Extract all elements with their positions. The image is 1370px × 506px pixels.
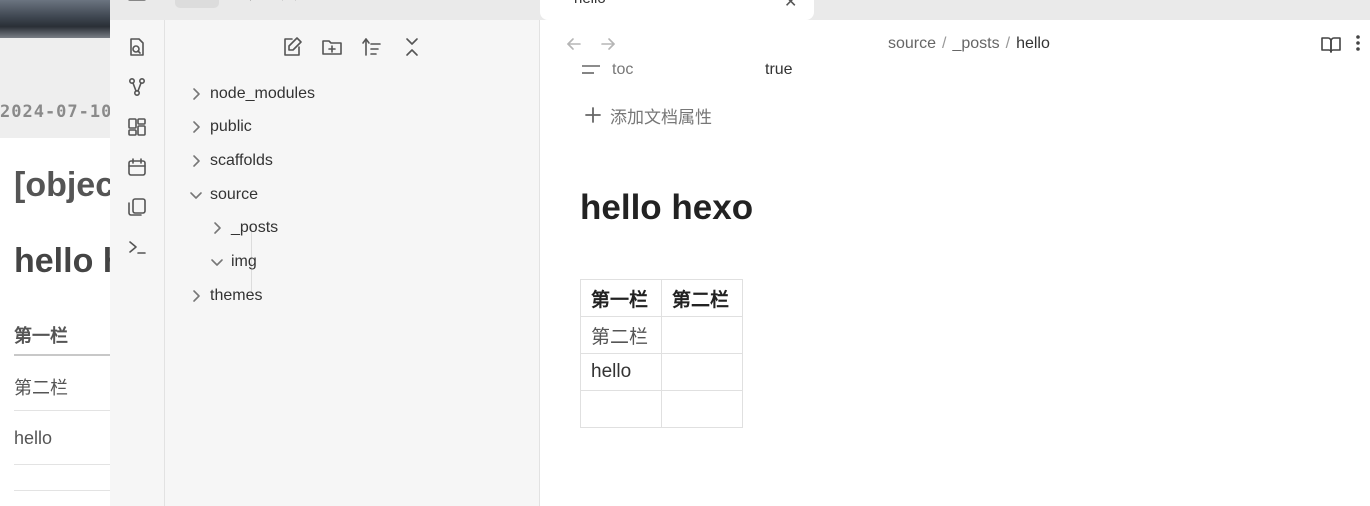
property-value[interactable]: true — [765, 61, 793, 79]
blog-hero-image — [0, 0, 110, 38]
folder-posts[interactable]: _posts — [207, 216, 278, 240]
tab-label: hello — [574, 0, 606, 7]
tab-hello[interactable]: hello ✕ — [540, 0, 814, 20]
folder-label: node_modules — [210, 85, 315, 102]
right-sidebar-toggle-icon[interactable] — [1200, 0, 1222, 8]
chevron-right-icon — [186, 117, 206, 137]
blog-table-row-divider — [14, 410, 110, 411]
canvas-icon[interactable] — [126, 116, 148, 138]
add-property-button[interactable]: 添加文档属性 — [584, 104, 712, 127]
table-cell[interactable] — [580, 390, 662, 428]
blog-post-date: 2024-07-10 — [0, 102, 110, 122]
forward-arrow-icon[interactable] — [598, 34, 618, 54]
blog-table-header: 第一栏 — [14, 326, 68, 346]
property-key[interactable]: toc — [612, 61, 633, 79]
chevron-right-icon — [207, 218, 227, 238]
open-quick-switcher-icon[interactable] — [126, 36, 148, 58]
chevron-down-icon — [207, 252, 227, 272]
graph-view-icon[interactable] — [126, 76, 148, 98]
table-cell[interactable] — [661, 353, 743, 391]
table-cell[interactable]: hello — [580, 353, 662, 391]
sidebar-toggle-icon[interactable] — [126, 0, 148, 8]
breadcrumb-separator: / — [942, 35, 947, 52]
folder-img[interactable]: img — [207, 250, 257, 274]
folder-label: scaffolds — [210, 152, 273, 169]
folder-public[interactable]: public — [186, 115, 252, 139]
breadcrumb-item[interactable]: source — [888, 35, 936, 52]
table-cell[interactable]: 第二栏 — [580, 316, 662, 354]
new-tab-icon[interactable] — [826, 0, 848, 8]
table-header-row: 第一栏 第二栏 — [580, 279, 743, 317]
chevron-right-icon — [186, 84, 206, 104]
templates-copy-icon[interactable] — [126, 196, 148, 218]
minimize-icon[interactable] — [1305, 0, 1327, 8]
new-folder-icon[interactable] — [320, 35, 344, 59]
add-property-label: 添加文档属性 — [610, 107, 712, 127]
folder-label: _posts — [231, 219, 279, 236]
table-row: hello — [580, 353, 743, 391]
folder-node-modules[interactable]: node_modules — [186, 82, 315, 106]
table-row: 第二栏 — [580, 316, 743, 354]
close-icon[interactable]: ✕ — [784, 0, 797, 12]
blog-object-heading: [objec — [14, 166, 110, 204]
folder-label: source — [210, 186, 259, 203]
blog-table-row-divider — [14, 464, 110, 465]
back-arrow-icon[interactable] — [564, 34, 584, 54]
left-ribbon — [110, 20, 165, 506]
folder-label: themes — [210, 287, 263, 304]
chevron-right-icon — [186, 151, 206, 171]
chevron-down-icon — [186, 185, 206, 205]
bookmark-icon[interactable] — [278, 0, 300, 8]
breadcrumb-item[interactable]: _posts — [952, 35, 999, 52]
breadcrumb: source / _posts / hello — [888, 35, 1050, 53]
tab-strip: hello ✕ — [110, 0, 1370, 20]
breadcrumb-current[interactable]: hello — [1016, 35, 1050, 52]
blog-table-row-divider — [14, 490, 110, 491]
table-cell[interactable] — [661, 390, 743, 428]
folder-source[interactable]: source — [186, 183, 258, 207]
sort-order-icon[interactable] — [360, 35, 384, 59]
app-window: hello ✕ — [110, 0, 1370, 506]
table-header-cell[interactable]: 第一栏 — [580, 279, 662, 317]
document-table[interactable]: 第一栏 第二栏 第二栏 hello — [580, 279, 743, 428]
list-property-icon — [580, 64, 602, 78]
blog-header-area — [0, 38, 110, 138]
reading-view-icon[interactable] — [1320, 33, 1342, 55]
files-view-button[interactable] — [175, 0, 219, 8]
document-heading[interactable]: hello hexo — [580, 188, 753, 228]
property-row-toc[interactable]: toc true — [580, 60, 880, 82]
blog-table-cell: 第二栏 — [14, 378, 68, 398]
collapse-all-icon[interactable] — [400, 35, 424, 59]
background-blog-page: 2024-07-10 [objec hello h 第一栏 第二栏 hello — [0, 0, 110, 506]
more-options-icon[interactable] — [1352, 32, 1364, 54]
daily-note-calendar-icon[interactable] — [126, 156, 148, 178]
table-header-cell[interactable]: 第二栏 — [661, 279, 743, 317]
breadcrumb-separator: / — [1005, 35, 1011, 52]
blog-table-header-divider — [14, 354, 110, 356]
table-row — [580, 390, 743, 428]
blog-table-cell: hello — [14, 428, 53, 448]
chevron-right-icon — [186, 286, 206, 306]
folder-scaffolds[interactable]: scaffolds — [186, 149, 273, 173]
new-note-icon[interactable] — [280, 35, 304, 59]
folder-label: img — [231, 253, 257, 270]
search-icon[interactable] — [232, 0, 254, 8]
command-palette-terminal-icon[interactable] — [126, 236, 148, 258]
table-cell[interactable] — [661, 316, 743, 354]
folder-themes[interactable]: themes — [186, 284, 262, 308]
editor-pane: source / _posts / hello toc true 添加文档属性 hell… — [540, 20, 1370, 506]
blog-post-title: hello h — [14, 242, 110, 280]
file-explorer: node_modules public scaffolds source _po… — [165, 20, 540, 506]
folder-label: public — [210, 118, 252, 135]
plus-icon — [584, 106, 602, 124]
